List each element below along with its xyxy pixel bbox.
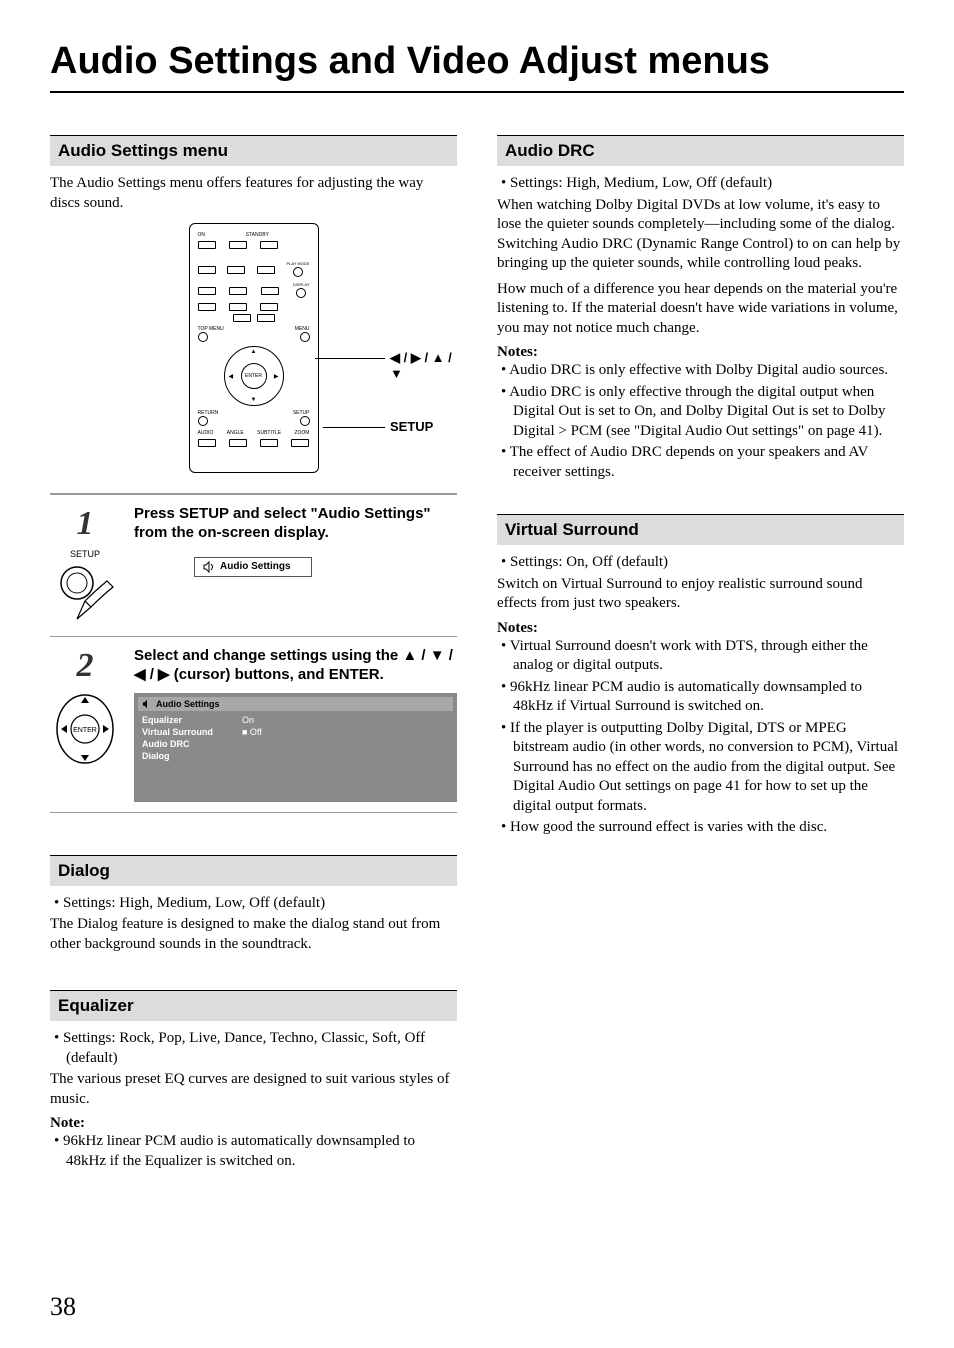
audio-settings-intro: The Audio Settings menu offers features …: [50, 174, 457, 213]
page-title: Audio Settings and Video Adjust menus: [50, 40, 904, 93]
step-2-settings-panel: Audio Settings EqualizerOn Virtual Surro…: [134, 693, 457, 802]
step-2-instruction: Select and change settings using the ▲ /…: [134, 647, 457, 685]
equalizer-settings-bullet: Settings: Rock, Pop, Live, Dance, Techno…: [50, 1029, 457, 1068]
step-2: 2 ENTER Select and change settings using…: [50, 637, 457, 813]
panel-row: EqualizerOn: [138, 714, 453, 726]
audio-drc-para2: How much of a difference you hear depend…: [497, 280, 904, 339]
virtual-surround-para1: Switch on Virtual Surround to enjoy real…: [497, 575, 904, 614]
equalizer-note-bullet: 96kHz linear PCM audio is automatically …: [50, 1132, 457, 1171]
left-column: Audio Settings menu The Audio Settings m…: [50, 123, 457, 1173]
remote-diagram: ONSTANDBY PLAY MODE DISPLAY: [50, 223, 457, 473]
virtual-surround-note-bullet: Virtual Surround doesn't work with DTS, …: [497, 637, 904, 676]
section-header-virtual-surround: Virtual Surround: [497, 514, 904, 545]
speaker-icon: [203, 561, 215, 573]
audio-drc-settings-bullet: Settings: High, Medium, Low, Off (defaul…: [497, 174, 904, 194]
right-column: Audio DRC Settings: High, Medium, Low, O…: [497, 123, 904, 1173]
virtual-surround-note-bullet: How good the surround effect is varies w…: [497, 818, 904, 838]
audio-drc-note-bullet: The effect of Audio DRC depends on your …: [497, 443, 904, 482]
dialog-settings-bullet: Settings: High, Medium, Low, Off (defaul…: [50, 894, 457, 914]
audio-drc-notes-label: Notes:: [497, 344, 904, 361]
step-1-audio-settings-pill: Audio Settings: [194, 557, 312, 577]
virtual-surround-note-bullet: 96kHz linear PCM audio is automatically …: [497, 678, 904, 717]
remote-callout-arrows: ◀ / ▶ / ▲ / ▼: [390, 350, 457, 381]
virtual-surround-settings-bullet: Settings: On, Off (default): [497, 553, 904, 573]
panel-row: Dialog: [138, 750, 453, 762]
step-1-instruction: Press SETUP and select "Audio Settings" …: [134, 505, 457, 543]
svg-text:ENTER: ENTER: [73, 727, 97, 734]
panel-row: Virtual Surround■ Off: [138, 726, 453, 738]
page-number: 38: [50, 1292, 76, 1322]
audio-drc-note-bullet: Audio DRC is only effective with Dolby D…: [497, 361, 904, 381]
step-1-icon-label: SETUP: [50, 549, 120, 559]
equalizer-para: The various preset EQ curves are designe…: [50, 1070, 457, 1109]
step-1: 1 SETUP Press SETUP and select "Audio Se…: [50, 495, 457, 637]
section-header-audio-drc: Audio DRC: [497, 135, 904, 166]
equalizer-note-label: Note:: [50, 1115, 457, 1132]
section-header-equalizer: Equalizer: [50, 990, 457, 1021]
virtual-surround-note-bullet: If the player is outputting Dolby Digita…: [497, 719, 904, 817]
setup-button-press-icon: [55, 561, 115, 621]
audio-drc-note-bullet: Audio DRC is only effective through the …: [497, 383, 904, 442]
section-header-dialog: Dialog: [50, 855, 457, 886]
section-header-audio-settings-menu: Audio Settings menu: [50, 135, 457, 166]
remote-callout-setup: SETUP: [390, 419, 433, 434]
panel-title: Audio Settings: [156, 699, 220, 709]
dialog-para: The Dialog feature is designed to make t…: [50, 915, 457, 954]
virtual-surround-notes-label: Notes:: [497, 620, 904, 637]
remote-nav-circle: ▲ ▼ ◀ ▶ ENTER: [224, 346, 284, 406]
enter-nav-icon: ENTER: [53, 691, 117, 767]
step-1-number: 1: [50, 505, 120, 543]
audio-drc-para1: When watching Dolby Digital DVDs at low …: [497, 196, 904, 274]
panel-row: Audio DRC: [138, 738, 453, 750]
speaker-icon: [142, 699, 152, 709]
step-2-number: 2: [50, 647, 120, 685]
